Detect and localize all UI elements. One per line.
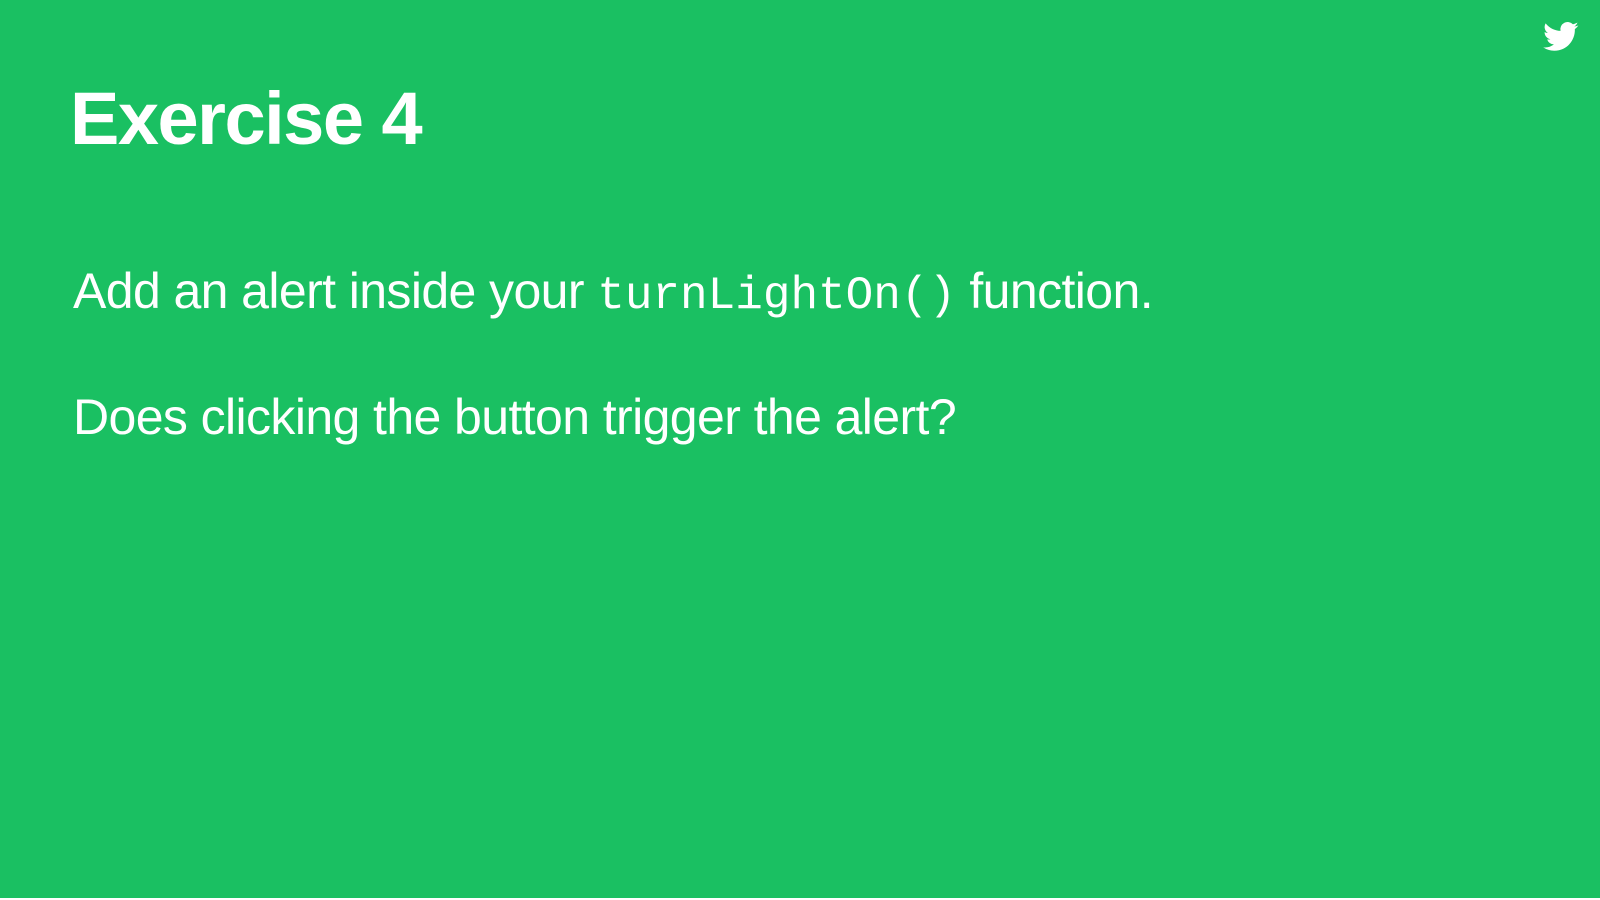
instruction-text: Add an alert inside your turnLightOn() f… — [73, 263, 1154, 322]
slide-title: Exercise 4 — [70, 77, 423, 160]
question-text: Does clicking the button trigger the ale… — [73, 389, 957, 445]
slide: Exercise 4 Add an alert inside your turn… — [0, 0, 1600, 898]
twitter-bird-icon — [1540, 18, 1582, 54]
instruction-text-start: Add an alert inside your — [73, 263, 598, 319]
instruction-text-end: function. — [956, 263, 1153, 319]
function-name-code: turnLightOn() — [597, 270, 957, 322]
